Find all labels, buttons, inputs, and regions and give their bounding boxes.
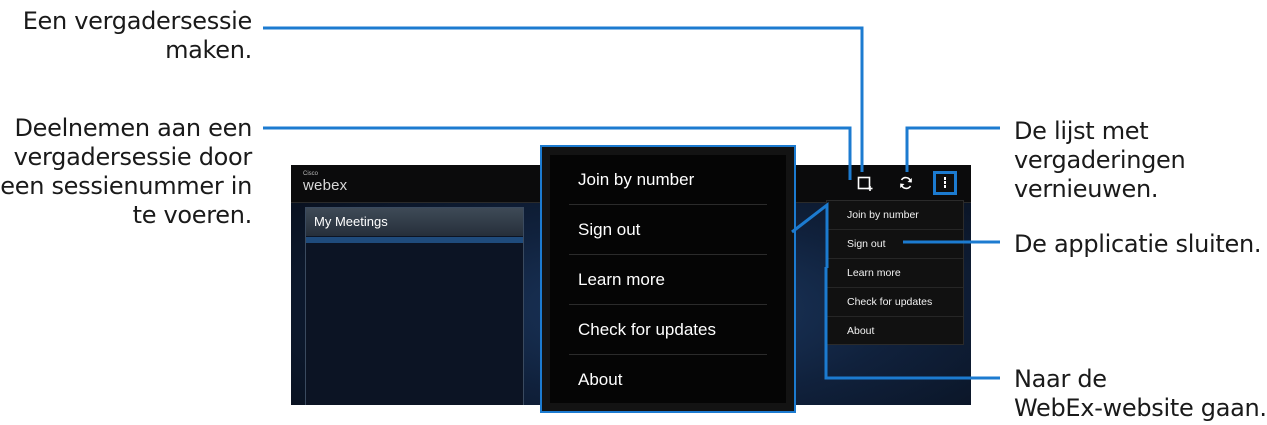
- webex-logo: Cisco webex: [303, 171, 347, 193]
- callout-line: te voeren.: [132, 201, 253, 229]
- enlarged-item-about[interactable]: About: [569, 355, 767, 404]
- callout-line: Deelnemen aan een: [14, 114, 252, 142]
- callout-line: WebEx-website gaan.: [1014, 394, 1267, 422]
- menu-item-learn-more[interactable]: Learn more: [827, 259, 963, 288]
- enlarged-item-sign-out[interactable]: Sign out: [569, 205, 767, 255]
- callout-line: Een vergadersessie: [22, 7, 253, 35]
- callout-join-meeting: Deelnemen aan een vergadersessie door ee…: [0, 114, 252, 230]
- enlarged-overflow-menu: Join by number Sign out Learn more Check…: [540, 145, 796, 413]
- panel-accent-bar: [306, 237, 523, 243]
- callout-create-meeting: Een vergadersessie maken.: [22, 7, 253, 65]
- logo-wordmark: webex: [303, 177, 348, 194]
- overflow-menu-icon[interactable]: [933, 171, 957, 195]
- meetings-panel: My Meetings: [305, 207, 524, 405]
- callout-line: De lijst met: [1014, 117, 1149, 145]
- enlarged-item-check-for-updates[interactable]: Check for updates: [569, 305, 767, 355]
- callout-line: De applicatie sluiten.: [1014, 230, 1262, 258]
- menu-item-sign-out[interactable]: Sign out: [827, 230, 963, 259]
- callout-go-website: Naar de WebEx-website gaan.: [1014, 365, 1267, 423]
- callout-line: vergadersessie door: [13, 143, 253, 171]
- enlarged-item-join-by-number[interactable]: Join by number: [569, 155, 767, 205]
- menu-item-check-for-updates[interactable]: Check for updates: [827, 288, 963, 317]
- menu-item-about[interactable]: About: [827, 317, 963, 345]
- callout-line: vergaderingen: [1014, 146, 1186, 174]
- callout-line: maken.: [165, 36, 252, 64]
- refresh-icon[interactable]: [898, 175, 914, 191]
- callout-refresh-list: De lijst met vergaderingen vernieuwen.: [1014, 117, 1186, 204]
- panel-title: My Meetings: [306, 208, 523, 236]
- enlarged-item-learn-more[interactable]: Learn more: [569, 255, 767, 305]
- callout-line: vernieuwen.: [1014, 175, 1159, 203]
- add-meeting-icon[interactable]: [857, 175, 873, 191]
- overflow-menu: Join by number Sign out Learn more Check…: [826, 200, 964, 345]
- callout-line: een sessienummer in: [0, 172, 252, 200]
- menu-item-join-by-number[interactable]: Join by number: [827, 201, 963, 230]
- callout-line: Naar de: [1014, 365, 1107, 393]
- callout-close-app: De applicatie sluiten.: [1014, 230, 1262, 259]
